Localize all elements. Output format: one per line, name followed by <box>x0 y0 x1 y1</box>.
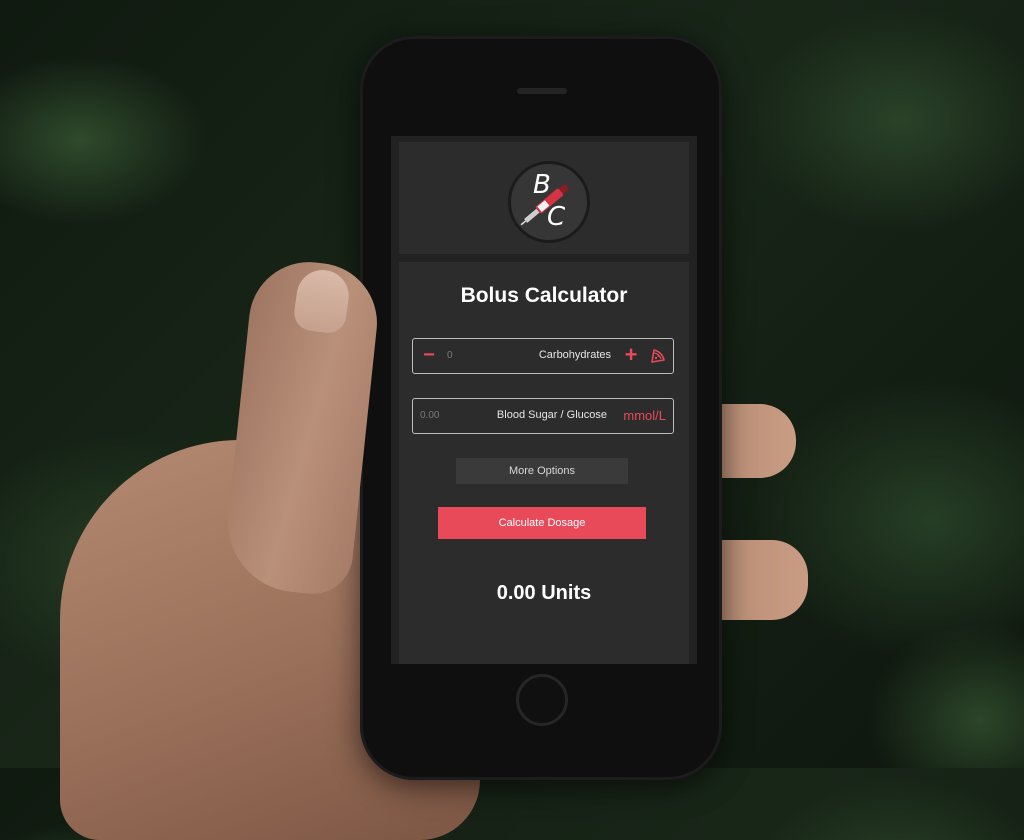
increment-carbs-button[interactable]: + <box>623 344 639 366</box>
phone-speaker <box>517 88 567 94</box>
calculate-dosage-button[interactable]: Calculate Dosage <box>438 507 646 539</box>
carbohydrates-field[interactable]: − 0 Carbohydrates + <box>412 338 674 374</box>
app-logo: B C <box>508 161 590 243</box>
calculator-panel: Bolus Calculator − 0 Carbohydrates + 0.0… <box>399 262 689 664</box>
pizza-slice-icon[interactable] <box>650 348 666 364</box>
carbohydrates-input[interactable]: 0 <box>447 339 453 372</box>
more-options-button[interactable]: More Options <box>456 458 628 484</box>
logo-letter-b: B <box>533 170 551 200</box>
page-title: Bolus Calculator <box>460 284 628 307</box>
app-screen: B C Bolus Calculator − 0 Carbohydrates +… <box>391 136 697 664</box>
carbohydrates-label: Carbohydrates <box>538 349 611 361</box>
home-button[interactable] <box>516 674 568 726</box>
phone-device: B C Bolus Calculator − 0 Carbohydrates +… <box>360 36 722 780</box>
blood-sugar-field[interactable]: 0.00 Blood Sugar / Glucose mmol/L <box>412 398 674 434</box>
logo-letter-c: C <box>547 202 566 232</box>
unit-toggle[interactable]: mmol/L <box>623 399 666 432</box>
blood-sugar-label: Blood Sugar / Glucose <box>496 409 607 421</box>
decrement-carbs-button[interactable]: − <box>421 345 437 365</box>
blood-sugar-input[interactable]: 0.00 <box>420 399 439 432</box>
logo-header: B C <box>399 142 689 254</box>
dosage-result: 0.00 Units <box>496 582 592 604</box>
